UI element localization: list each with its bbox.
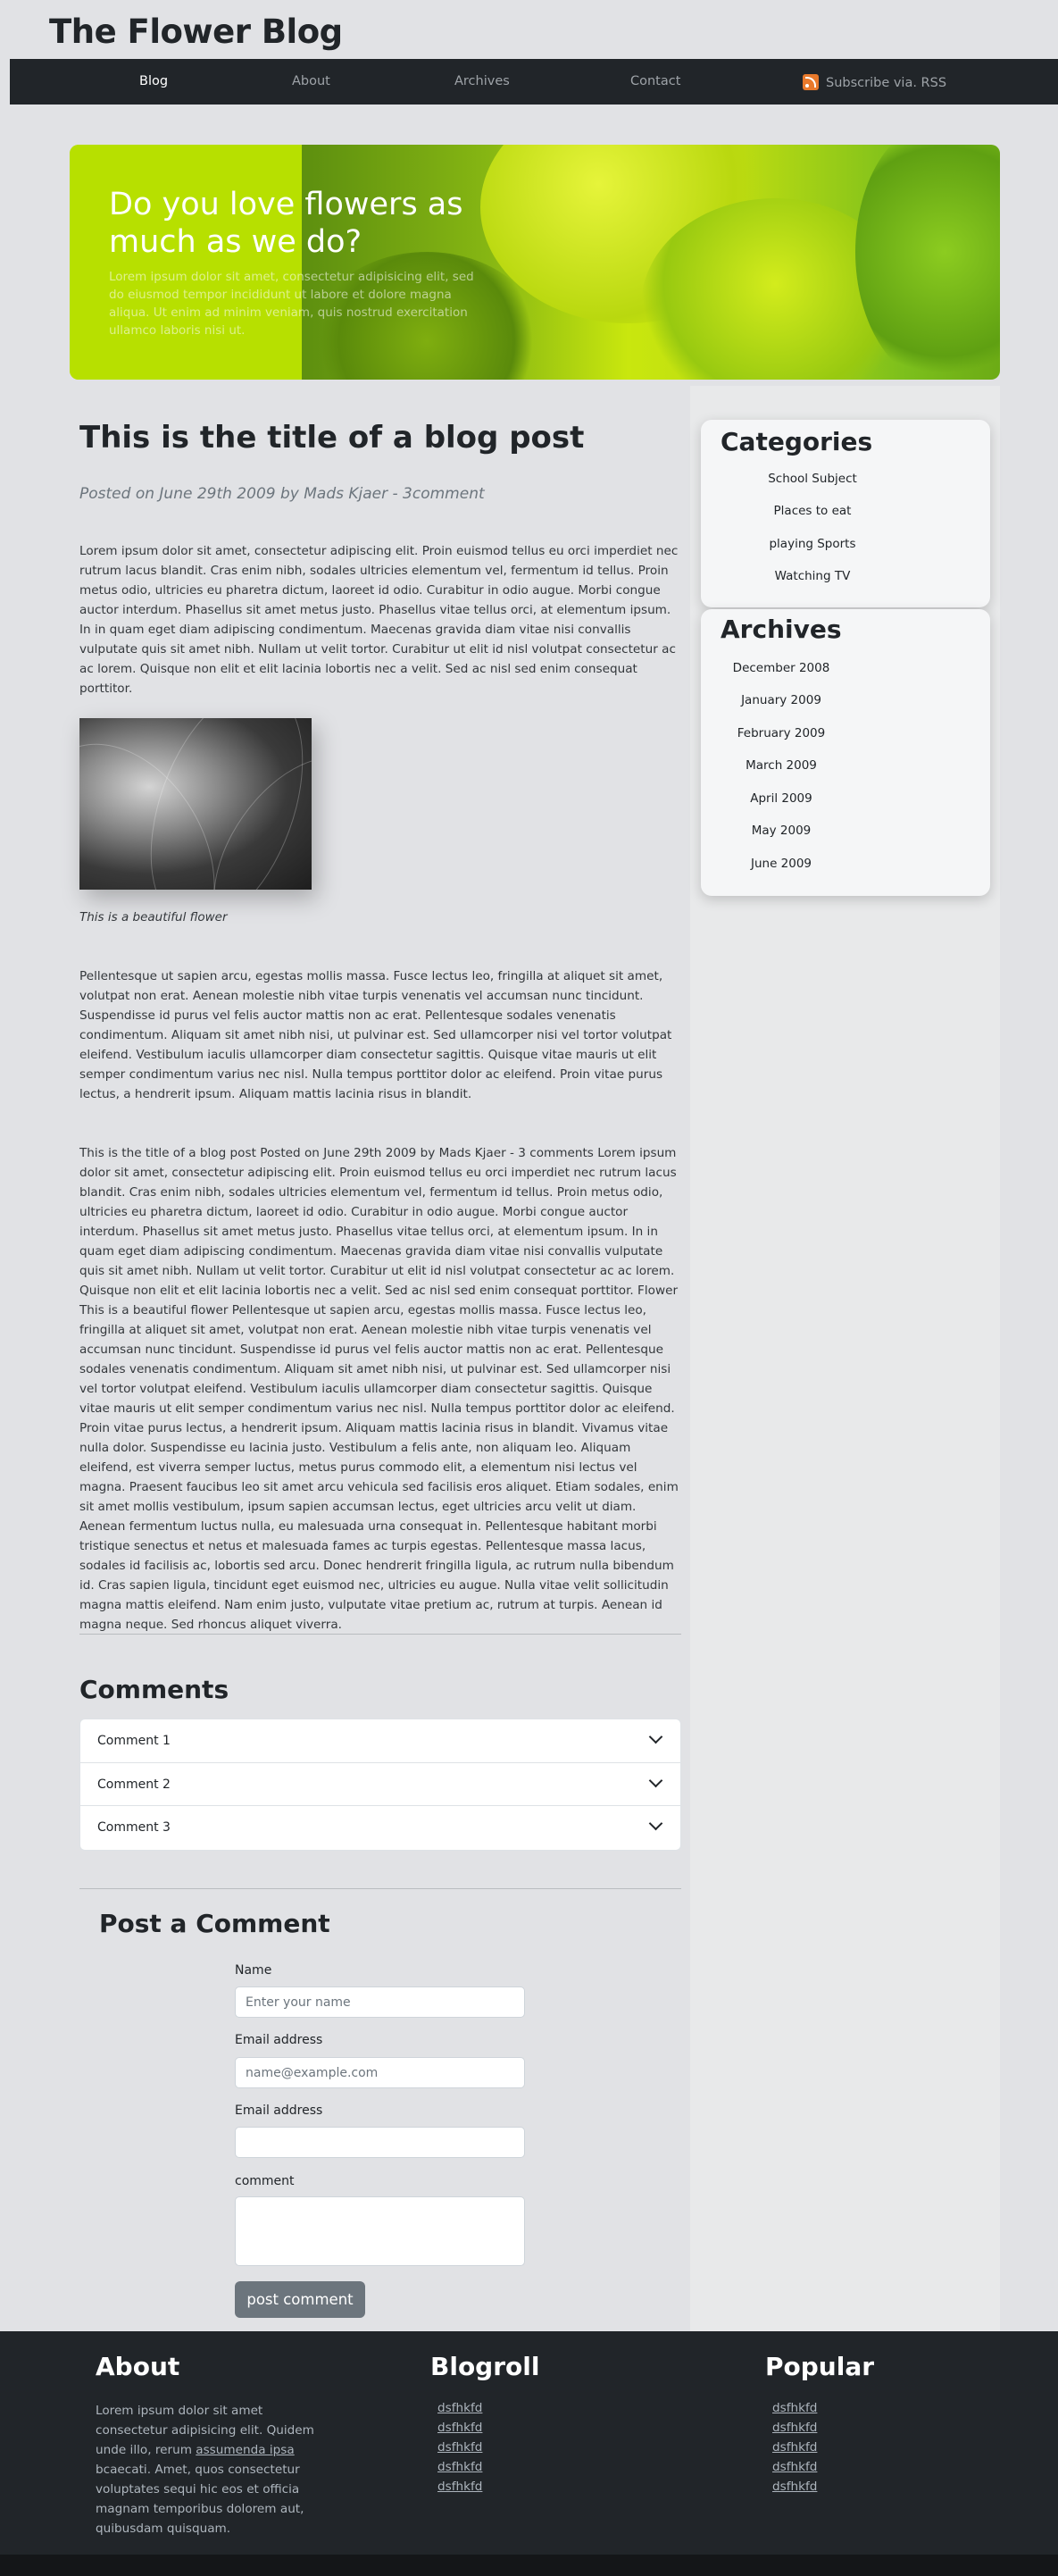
comment-accordion-item[interactable]: Comment 3	[80, 1806, 680, 1850]
post-comment-heading: Post a Comment	[99, 1909, 330, 1938]
archive-link[interactable]: May 2009	[701, 824, 862, 838]
post-paragraph: This is the title of a blog post Posted …	[79, 1146, 679, 1632]
footer-bottom-bar	[0, 2555, 1058, 2576]
archive-link[interactable]: June 2009	[701, 857, 862, 871]
comment-accordion-item[interactable]: Comment 1	[80, 1719, 680, 1763]
footer-about-link[interactable]: assumenda ipsa	[196, 2443, 294, 2457]
archives-card: Archives December 2008 January 2009 Febr…	[701, 609, 990, 896]
popular-link[interactable]: dsfhkfd	[772, 2401, 817, 2415]
archive-link[interactable]: April 2009	[701, 791, 862, 806]
categories-card: Categories School Subject Places to eat …	[701, 420, 990, 607]
nav-item-contact[interactable]: Contact	[630, 74, 680, 88]
footer-about-text: Lorem ipsum dolor sit amet consectetur a…	[96, 2404, 314, 2536]
post-comment-button[interactable]: post comment	[235, 2281, 365, 2318]
archive-link[interactable]: December 2008	[701, 661, 862, 675]
post-title[interactable]: This is the title of a blog post	[79, 420, 584, 456]
post-meta: Posted on June 29th 2009 by Mads Kjaer -…	[79, 485, 485, 503]
nav-item-blog[interactable]: Blog	[139, 74, 168, 88]
flower-image	[79, 718, 312, 890]
footer-about-heading: About	[96, 2352, 180, 2381]
blogroll-link[interactable]: dsfhkfd	[437, 2421, 482, 2435]
footer-blogroll-heading: Blogroll	[430, 2352, 540, 2381]
nav-item-about[interactable]: About	[292, 74, 330, 88]
archive-link[interactable]: January 2009	[701, 693, 862, 707]
comments-heading: Comments	[79, 1675, 229, 1704]
email-label-2: Email address	[235, 2103, 323, 2118]
rss-icon	[803, 74, 819, 90]
nav-item-rss[interactable]: Subscribe via. RSS	[803, 74, 946, 90]
footer-popular-heading: Popular	[765, 2352, 875, 2381]
name-input[interactable]	[235, 1986, 525, 2018]
chevron-down-icon	[648, 1773, 663, 1787]
name-label: Name	[235, 1963, 272, 1978]
comment-textarea[interactable]	[235, 2196, 525, 2266]
blogroll-link[interactable]: dsfhkfd	[437, 2460, 482, 2474]
hero-title: Do you love flowers as much as we do?	[109, 187, 463, 260]
blogroll-link[interactable]: dsfhkfd	[437, 2401, 482, 2415]
rss-label: Subscribe via. RSS	[826, 76, 947, 90]
popular-link[interactable]: dsfhkfd	[772, 2421, 817, 2435]
archive-link[interactable]: February 2009	[701, 726, 862, 740]
blogroll-link[interactable]: dsfhkfd	[437, 2480, 482, 2494]
archives-heading: Archives	[721, 615, 842, 644]
email-input[interactable]	[235, 2057, 525, 2088]
category-link[interactable]: playing Sports	[732, 537, 893, 551]
popular-link[interactable]: dsfhkfd	[772, 2480, 817, 2494]
divider	[79, 1634, 681, 1635]
email-label: Email address	[235, 2033, 323, 2047]
hero-left-panel	[70, 145, 302, 380]
archive-link[interactable]: March 2009	[701, 758, 862, 773]
hero-text: Lorem ipsum dolor sit amet, consectetur …	[109, 270, 474, 338]
email-input-2[interactable]	[235, 2127, 525, 2158]
main-navbar: Blog About Archives Contact Subscribe vi…	[10, 59, 1058, 105]
post-paragraph: Pellentesque ut sapien arcu, egestas mol…	[79, 969, 672, 1101]
post-paragraph: Lorem ipsum dolor sit amet, consectetur …	[79, 544, 679, 696]
comment-label: comment	[235, 2174, 295, 2188]
comment-label: Comment 1	[97, 1734, 171, 1748]
site-title[interactable]: The Flower Blog	[49, 13, 343, 51]
hero-banner: Do you love flowers as much as we do? Lo…	[70, 145, 1000, 380]
chevron-down-icon	[648, 1816, 663, 1831]
nav-item-archives[interactable]: Archives	[454, 74, 510, 88]
categories-heading: Categories	[721, 427, 873, 456]
popular-link[interactable]: dsfhkfd	[772, 2460, 817, 2474]
comment-label: Comment 3	[97, 1820, 171, 1835]
comment-label: Comment 2	[97, 1777, 171, 1792]
divider	[79, 1888, 681, 1889]
category-link[interactable]: Places to eat	[732, 504, 893, 518]
chevron-down-icon	[648, 1729, 663, 1744]
popular-link[interactable]: dsfhkfd	[772, 2440, 817, 2455]
comments-accordion: Comment 1 Comment 2 Comment 3	[79, 1719, 681, 1851]
blogroll-link[interactable]: dsfhkfd	[437, 2440, 482, 2455]
category-link[interactable]: Watching TV	[732, 569, 893, 583]
image-caption: This is a beautiful flower	[79, 910, 228, 924]
category-link[interactable]: School Subject	[732, 472, 893, 486]
comment-accordion-item[interactable]: Comment 2	[80, 1763, 680, 1806]
